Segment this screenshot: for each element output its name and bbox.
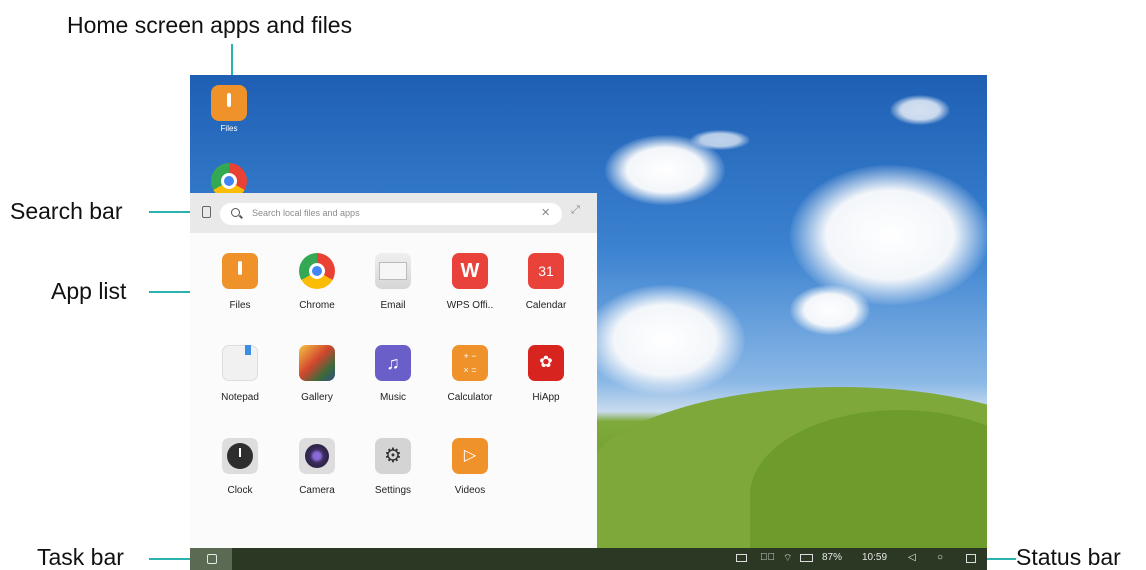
app-calendar[interactable]: 31 Calendar <box>511 253 581 311</box>
app-label: Music <box>379 392 407 403</box>
app-label: Gallery <box>301 392 333 403</box>
lock-icon[interactable] <box>202 206 211 218</box>
battery-percent: 87% <box>822 552 843 563</box>
app-grid-icon <box>207 554 217 564</box>
app-calculator[interactable]: + − × = Calculator <box>435 345 505 403</box>
clear-icon[interactable]: × <box>541 204 550 221</box>
app-label: Clock <box>227 485 253 496</box>
app-label: Chrome <box>299 300 335 311</box>
chrome-icon <box>299 253 335 289</box>
camera-icon <box>299 438 335 474</box>
callout-home-screen: Home screen apps and files <box>67 12 353 38</box>
app-notepad[interactable]: Notepad <box>205 345 275 403</box>
app-gallery[interactable]: Gallery <box>282 345 352 403</box>
battery-icon[interactable] <box>800 554 813 562</box>
wps-office-icon: W <box>452 253 488 289</box>
clock-time: 10:59 <box>862 552 888 563</box>
calendar-icon: 31 <box>528 253 564 289</box>
wifi-icon[interactable]: ⌔ <box>783 552 792 565</box>
callout-app-list: App list <box>51 278 127 304</box>
tablet-screen: Files Search local files and apps × ⤢ Fi… <box>190 75 987 570</box>
music-icon: ♫ <box>375 345 411 381</box>
calculator-icon: + − × = <box>452 345 488 381</box>
files-icon <box>211 85 247 121</box>
hiapp-icon: ✿ <box>528 345 564 381</box>
volume-icon[interactable]: ◁ﾞ <box>760 552 775 563</box>
app-drawer-button[interactable] <box>190 548 232 570</box>
app-chrome[interactable]: Chrome <box>282 253 352 311</box>
app-videos[interactable]: ▷ Videos <box>435 438 505 496</box>
app-label: Camera <box>299 485 335 496</box>
settings-icon: ⚙ <box>375 438 411 474</box>
desktop-app-label: Files <box>220 124 238 133</box>
app-clock[interactable]: Clock <box>205 438 275 496</box>
app-label: Files <box>229 300 251 311</box>
recents-icon[interactable] <box>966 554 976 563</box>
notepad-icon <box>222 345 258 381</box>
callout-status-bar: Status bar <box>1016 544 1121 570</box>
app-files[interactable]: Files <box>205 253 275 311</box>
search-input[interactable]: Search local files and apps × <box>220 203 562 225</box>
app-label: Videos <box>454 485 486 496</box>
search-bar: Search local files and apps × ⤢ <box>190 193 597 233</box>
app-music[interactable]: ♫ Music <box>358 345 428 403</box>
desktop-app-files[interactable]: Files <box>204 85 254 133</box>
app-label: Email <box>380 300 406 311</box>
task-bar: ◁ﾞ ⌔ 87% 10:59 ◁ ○ <box>190 548 987 570</box>
app-label: Notepad <box>221 392 259 403</box>
callout-task-bar: Task bar <box>37 544 124 570</box>
search-icon-handle <box>239 214 243 219</box>
app-label: Calendar <box>525 300 567 311</box>
app-camera[interactable]: Camera <box>282 438 352 496</box>
files-icon <box>222 253 258 289</box>
app-wps-office[interactable]: W WPS Offi.. <box>435 253 505 311</box>
videos-icon: ▷ <box>452 438 488 474</box>
app-drawer: Search local files and apps × ⤢ Files Ch… <box>190 193 597 548</box>
app-label: WPS Offi.. <box>446 300 494 311</box>
app-label: Calculator <box>447 392 493 403</box>
clock-icon <box>222 438 258 474</box>
app-label: Settings <box>374 485 412 496</box>
app-label: HiApp <box>532 392 560 403</box>
expand-icon[interactable]: ⤢ <box>571 204 580 217</box>
callout-search-bar: Search bar <box>10 198 123 224</box>
email-icon <box>375 253 411 289</box>
back-icon[interactable]: ◁ <box>908 552 916 563</box>
keyboard-icon[interactable] <box>736 554 747 562</box>
gallery-icon <box>299 345 335 381</box>
home-icon[interactable]: ○ <box>937 552 943 563</box>
app-hiapp[interactable]: ✿ HiApp <box>511 345 581 403</box>
search-placeholder: Search local files and apps <box>252 208 360 218</box>
app-email[interactable]: Email <box>358 253 428 311</box>
app-settings[interactable]: ⚙ Settings <box>358 438 428 496</box>
